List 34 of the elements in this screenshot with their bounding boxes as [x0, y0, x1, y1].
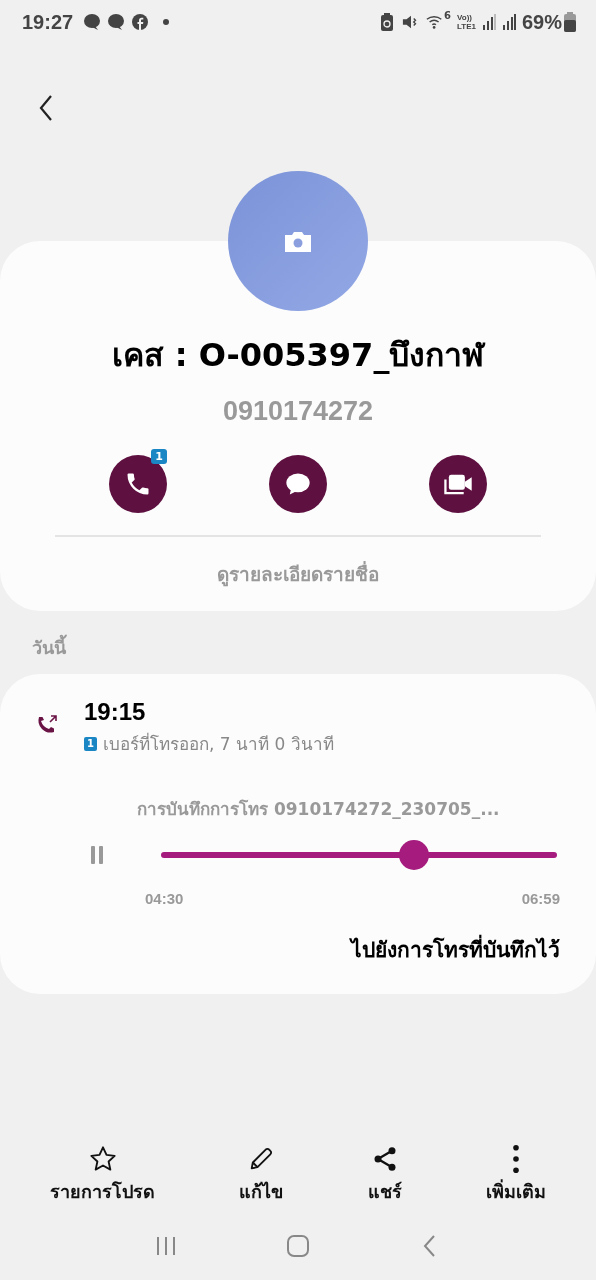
total-time: 06:59 — [521, 890, 560, 907]
chat-bubble-icon — [107, 13, 126, 31]
camera-icon — [283, 229, 313, 253]
home-button[interactable] — [284, 1232, 312, 1260]
phone-number: 0910174272 — [222, 396, 374, 427]
video-call-button[interactable] — [429, 455, 487, 513]
more-action-button[interactable]: เพิ่มเติม — [485, 1145, 546, 1206]
share-action-button[interactable]: แชร์ — [367, 1145, 402, 1206]
signal-icon — [501, 14, 516, 30]
contact-name: เคส : O-005397_บึงกาฬ — [111, 335, 485, 376]
chat-bubble-icon — [83, 13, 102, 31]
signal-icon — [481, 14, 496, 30]
star-action-button[interactable]: รายการโปรด — [50, 1145, 156, 1206]
network-label: 6 — [444, 10, 451, 21]
call-description: เบอร์ที่โทรออก, 7 นาที 0 วินาที — [102, 731, 334, 756]
network-type: Vo)) LTE1 — [457, 13, 476, 31]
pause-button[interactable] — [88, 844, 106, 866]
message-button[interactable] — [269, 455, 327, 513]
sim-badge: 1 — [84, 736, 97, 751]
battery-icon — [564, 12, 576, 32]
recorded-calls-link[interactable]: ไปยังการโทรที่บันทึกไว้ — [351, 933, 560, 966]
section-label: วันนี้ — [0, 611, 596, 674]
outgoing-call-icon — [36, 712, 60, 736]
status-time: 19:27 — [22, 10, 74, 34]
elapsed-time: 04:30 — [145, 890, 184, 907]
recording-title: การบันทึกการโทร 0910174272_230705_... — [137, 798, 501, 821]
edit-action-button[interactable]: แก้ไข — [239, 1145, 284, 1206]
star-icon — [88, 1145, 117, 1173]
call-time: 19:15 — [84, 698, 147, 726]
more-icon — [512, 1145, 519, 1173]
battery-level: 69% — [521, 10, 562, 34]
dot-icon — [163, 19, 170, 25]
circle-f-icon — [131, 13, 150, 31]
sim-badge: 1 — [151, 449, 167, 464]
